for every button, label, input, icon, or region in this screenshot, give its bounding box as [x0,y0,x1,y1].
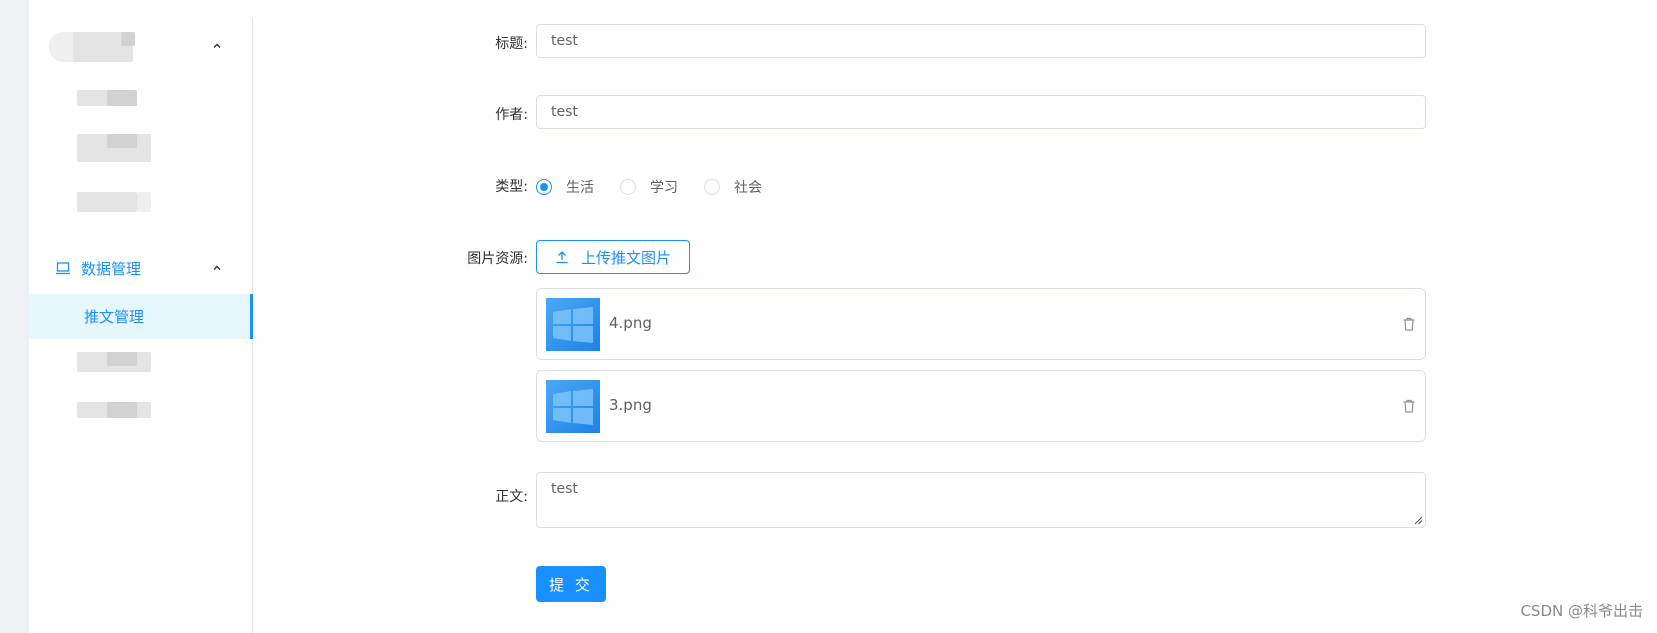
submit-button[interactable]: 提 交 [536,566,606,602]
trash-icon[interactable] [1401,398,1417,414]
radio-study[interactable]: 学习 [620,177,678,197]
author-input[interactable]: test [536,95,1426,129]
chevron-up-icon [211,262,223,274]
sidebar-item-blurred-1[interactable] [29,78,252,118]
author-label: 作者: [495,107,528,123]
body-label: 正文: [495,489,528,505]
sidebar-item-tweet-management[interactable]: 推文管理 [29,294,253,339]
laptop-icon [55,260,71,276]
sidebar: 数据管理 推文管理 [29,18,253,633]
sidebar-group-data-management[interactable]: 数据管理 [29,248,252,288]
image-thumbnail [546,380,600,433]
image-resource-label: 图片资源: [467,251,528,267]
chevron-up-icon [211,40,223,52]
body-text: test [551,481,578,497]
upload-image-button[interactable]: 上传推文图片 [536,240,690,274]
radio-dot [620,179,636,195]
radio-life[interactable]: 生活 [536,177,594,197]
file-item[interactable]: 3.png [536,370,1426,442]
sidebar-item-blurred-5[interactable] [29,390,252,430]
watermark: CSDN @科爷出击 [1520,602,1643,620]
sidebar-group-label: 数据管理 [81,259,142,278]
sidebar-item-blurred-4[interactable] [29,340,252,380]
radio-dot [536,179,552,195]
left-gutter [0,0,29,633]
resize-handle-icon[interactable] [1414,516,1423,525]
upload-icon [555,250,569,264]
radio-label: 学习 [650,180,678,196]
sidebar-item-blurred-3[interactable] [29,182,252,222]
sidebar-group-blurred[interactable] [29,26,252,66]
type-label: 类型: [495,179,528,195]
title-label: 标题: [495,36,528,52]
image-thumbnail [546,298,600,351]
title-input[interactable]: test [536,24,1426,58]
sidebar-item-blurred-2[interactable] [29,126,252,170]
file-name: 3.png [609,396,652,414]
radio-label: 生活 [566,180,594,196]
active-indicator [250,294,253,339]
radio-society[interactable]: 社会 [704,177,762,197]
radio-label: 社会 [734,180,762,196]
trash-icon[interactable] [1401,316,1417,332]
upload-button-label: 上传推文图片 [580,248,671,267]
sidebar-item-label: 推文管理 [84,308,145,326]
file-name: 4.png [609,314,652,332]
body-textarea[interactable]: test [536,472,1426,528]
radio-dot [704,179,720,195]
file-item[interactable]: 4.png [536,288,1426,360]
